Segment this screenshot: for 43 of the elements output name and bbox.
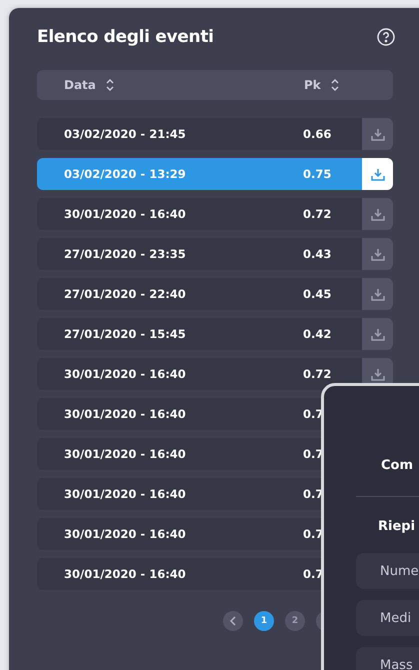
panel-title: Elenco degli eventi	[37, 27, 214, 47]
event-row[interactable]: 27/01/2020 - 22:40 0.45	[37, 278, 393, 310]
date-text: 30/01/2020 - 16:40	[64, 487, 186, 501]
download-icon	[370, 368, 384, 380]
event-row[interactable]: 30/01/2020 - 16:40 0.72	[37, 358, 393, 390]
summary-field: Nume	[356, 553, 419, 589]
date-text: 30/01/2020 - 16:40	[64, 407, 186, 421]
pk-value: 0.42	[303, 327, 332, 341]
download-icon	[370, 128, 384, 140]
download-icon	[370, 168, 384, 180]
previous-page-button[interactable]	[223, 611, 243, 631]
chevron-left-icon	[230, 616, 236, 626]
date-text: 30/01/2020 - 16:40	[64, 567, 186, 581]
help-icon[interactable]	[377, 28, 395, 46]
pk-value: 0.72	[303, 207, 332, 221]
download-icon	[370, 248, 384, 260]
column-header[interactable]: Pk	[304, 78, 321, 92]
summary-field: Medi	[356, 600, 419, 636]
date-text: 03/02/2020 - 21:45	[64, 127, 186, 141]
summary-field: Mass	[356, 647, 419, 670]
event-row[interactable]: 30/01/2020 - 16:40 0.72	[37, 198, 393, 230]
date-text: 27/01/2020 - 15:45	[64, 327, 186, 341]
event-row[interactable]: 27/01/2020 - 23:35 0.43	[37, 238, 393, 270]
date-text: 27/01/2020 - 23:35	[64, 247, 186, 261]
event-row[interactable]: 27/01/2020 - 15:45 0.42	[37, 318, 393, 350]
date-text: 30/01/2020 - 16:40	[64, 207, 186, 221]
date-text: 30/01/2020 - 16:40	[64, 367, 186, 381]
date-text: 30/01/2020 - 16:40	[64, 527, 186, 541]
pk-value: 0.66	[303, 127, 332, 141]
download-icon	[370, 328, 384, 340]
date-text: 27/01/2020 - 22:40	[64, 287, 186, 301]
sort-icon[interactable]	[106, 79, 114, 91]
download-icon	[370, 288, 384, 300]
date-text: 03/02/2020 - 13:29	[64, 167, 186, 181]
pk-value: 0.43	[303, 247, 332, 261]
date-text: 30/01/2020 - 16:40	[64, 447, 186, 461]
pk-value: 0.75	[303, 167, 332, 181]
pk-value: 0.45	[303, 287, 332, 301]
download-icon	[370, 208, 384, 220]
event-row[interactable]: 03/02/2020 - 21:45 0.66	[37, 118, 393, 150]
sort-icon[interactable]	[330, 79, 339, 91]
pk-value: 0.72	[303, 367, 332, 381]
column-header[interactable]: Data	[64, 78, 96, 92]
